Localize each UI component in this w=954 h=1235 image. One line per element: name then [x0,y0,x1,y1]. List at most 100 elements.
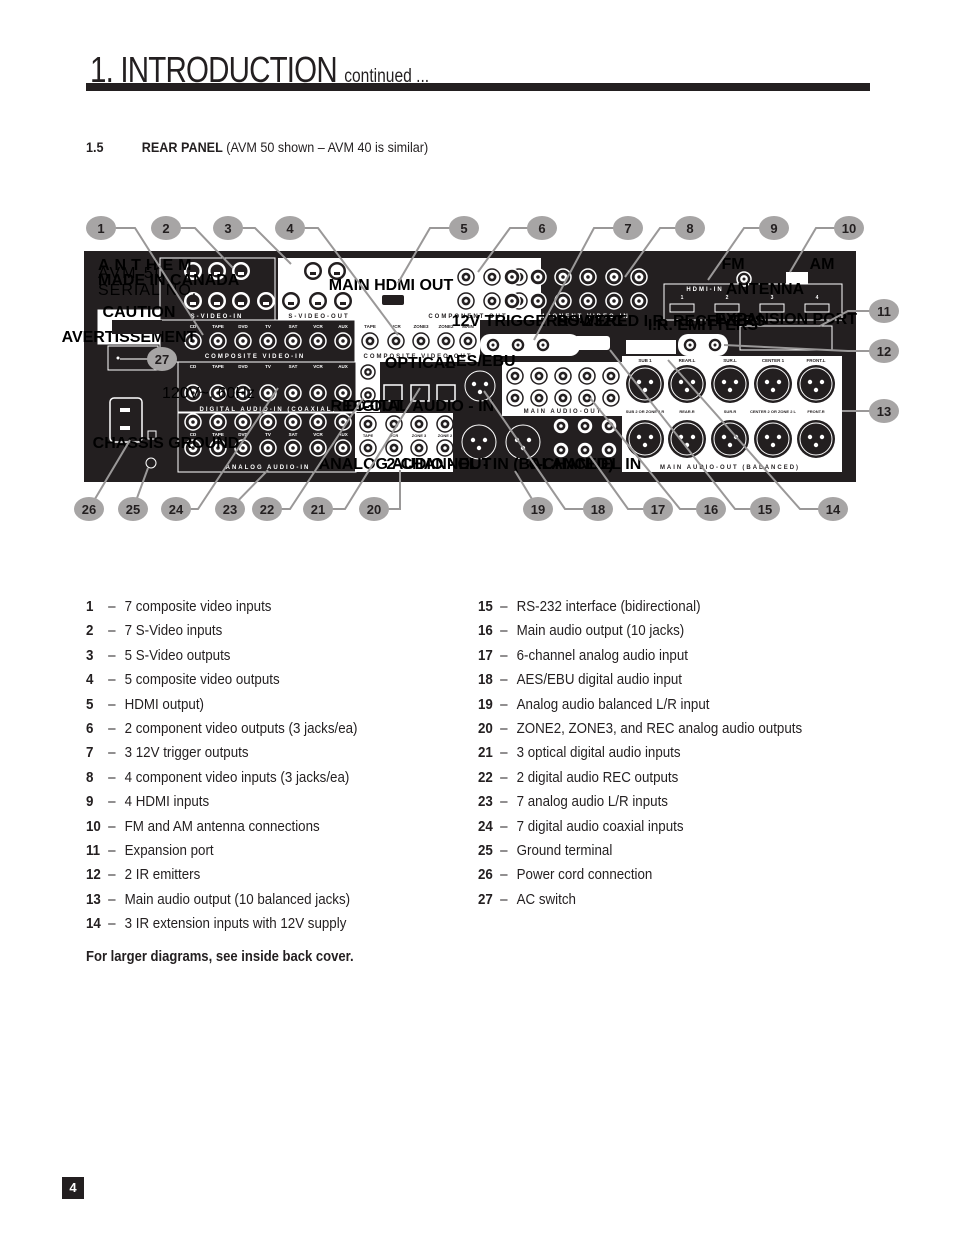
six-channel-in-label: 6-CHANNEL IN [529,456,642,473]
rca-jack-pin [510,275,514,279]
legend-item: 25– Ground terminal [478,841,802,865]
rca-jack-pin [612,275,616,279]
xlr-pin [470,437,476,443]
rca-jack-pin [464,299,468,303]
xlr-jack [626,420,664,458]
ir-receiver-terminal [626,340,676,354]
svideo-jack-inner [336,294,350,308]
legend-item: 16– Main audio output (10 jacks) [478,621,802,645]
rca-jack-pin [241,339,245,343]
composite-in-source-label: AUX [338,324,348,329]
xlr-jack [626,365,664,403]
composite-out-source-label: ZONE3 [413,324,429,329]
legend-item: 23–7 analog audio L/R inputs [478,792,802,816]
xlr-pin [764,379,770,385]
legend-item: 15– RS-232 interface (bidirectional) [478,597,802,621]
xlr-jack [797,365,835,403]
rca-jack-pin [266,446,270,450]
page-number: 4 [62,1177,84,1199]
rca-jack-pin [266,391,270,395]
analog-in-source-label: SAT [289,432,298,437]
legend-item: 8–4 component video inputs (3 jacks/ea) [86,768,357,792]
rca-jack-pin [419,339,423,343]
rca-jack-pin [266,420,270,424]
legend-item: 22–2 digital audio REC outputs [478,768,802,792]
expansion-port-label: EXPANSION PORT [715,311,857,328]
legend-text: AC switch [516,891,576,908]
legend-number: 6 [86,720,94,737]
xlr-jack [797,420,835,458]
legend-number: 17 [478,647,493,664]
rca-jack-pin [490,299,494,303]
rca-jack-pin [368,339,372,343]
rca-jack-pin [607,424,611,428]
component-out-panel [501,258,541,320]
xlr-pin [807,434,813,440]
rca-jack-pin [316,391,320,395]
svideo-jack-inner [311,294,325,308]
rear-panel-diagram: S-VIDEO-IN S-VIDEO-OUT COMPOSITE VIDEO-IN C… [62,216,899,521]
rca-jack-pin [466,339,470,343]
legend-number: 13 [86,891,101,908]
legend-number: 21 [478,745,493,762]
legend-text: 2 IR emitters [124,867,201,884]
coax-source-label: TAPE [212,364,224,369]
balanced-bottom-label: CENTER 2 OR ZONE 2 L [750,409,797,414]
xlr-pin [471,381,477,387]
rca-jack-pin [341,420,345,424]
rec-out-label: REC-OUT [331,398,404,415]
xlr-jack [668,420,706,458]
legend-number: 7 [86,745,94,762]
rca-jack-pin [341,339,345,343]
rca-jack-pin [637,299,641,303]
composite-in-source-label: TV [265,324,271,329]
rca-jack-pin [191,420,195,424]
rca-jack-pin [612,299,616,303]
svideo-key [263,302,269,305]
legend-dash: – [500,794,508,811]
balanced-top-label: SUR.L [723,358,737,363]
callout-number: 14 [826,502,841,517]
diagram-note: For larger diagrams, see inside back cov… [86,949,354,965]
coax-source-label: VCR [313,364,323,369]
legend-right: 15– RS-232 interface (bidirectional) 16– Ma… [478,597,830,914]
rca-jack-pin [561,299,565,303]
xlr-pin [648,434,654,440]
xlr-pin [807,379,813,385]
legend-number: 14 [86,916,101,933]
xlr-pin [482,437,488,443]
callout-number: 2 [162,221,169,236]
callout-number: 5 [460,221,467,236]
coax-source-label: AUX [338,364,348,369]
svideo-jack-inner [210,294,224,308]
rca-jack-pin [510,299,514,303]
main-audio-out-balanced-label: MAIN AUDIO-OUT (BALANCED) [660,465,800,471]
composite-out-source-label: ZONE2 [438,324,454,329]
rca-jack-pin [291,339,295,343]
legend-number: 10 [86,818,101,835]
balanced-bottom-label: SUR.R [724,409,737,414]
rca-jack-pin [417,422,421,426]
legend-number: 12 [86,867,101,884]
callout-number: 26 [82,502,96,517]
legend-text: 3 optical digital audio inputs [516,745,681,762]
coax-source-label: SAT [289,364,298,369]
rca-jack-pin [536,299,540,303]
xlr-jack [711,420,749,458]
svideo-jack-inner [306,264,320,278]
am-label: AM [810,256,835,273]
chassis-ground-label: CHASSIS GROUND [93,435,240,452]
svideo-in-label: S-VIDEO-IN [191,314,244,320]
hdmi-in-number: 1 [681,295,684,301]
legend-dash: – [108,842,116,859]
legend-text: Power cord connection [516,867,653,884]
composite-in-source-label: VCR [313,324,323,329]
analog-out-source-label: ZONE 3 [412,433,427,438]
legend-number: 2 [86,623,94,640]
composite-in-source-label: TAPE [212,324,224,329]
legend-number: 5 [86,696,94,713]
rca-jack-pin [541,343,545,347]
rca-jack-pin [609,374,613,378]
coax-source-label: CD [190,364,197,369]
callout-number: 7 [624,221,631,236]
